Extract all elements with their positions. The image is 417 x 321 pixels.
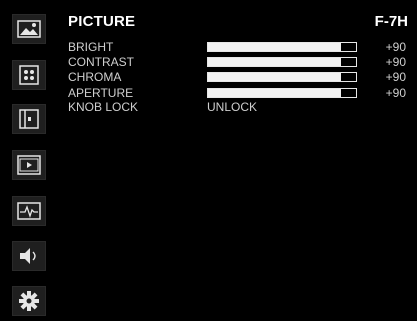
setting-value[interactable]: UNLOCK [207, 100, 257, 114]
level-bar[interactable] [207, 57, 357, 67]
level-bar-fill [208, 43, 342, 51]
gear-icon[interactable] [12, 286, 46, 316]
setting-row-chroma[interactable]: CHROMA +90 [68, 70, 408, 84]
setting-label: BRIGHT [68, 40, 114, 54]
setting-label: KNOB LOCK [68, 100, 139, 114]
osd-menu: PICTURE F-7H BRIGHT +90 CONTRAST +90 CHR… [0, 0, 417, 321]
setting-value: +90 [385, 86, 406, 100]
setting-row-bright[interactable]: BRIGHT +90 [68, 40, 408, 54]
level-bar[interactable] [207, 88, 357, 98]
setting-row-contrast[interactable]: CONTRAST +90 [68, 55, 408, 69]
menu-title: PICTURE [68, 13, 136, 30]
setting-value: +90 [385, 70, 406, 84]
waveform-icon[interactable] [12, 196, 46, 226]
setting-label: CHROMA [68, 70, 122, 84]
color-dots-icon[interactable] [12, 60, 46, 90]
setting-value: +90 [385, 55, 406, 69]
frame-marker-icon[interactable] [12, 104, 46, 134]
level-bar[interactable] [207, 72, 357, 82]
level-bar-fill [208, 58, 342, 66]
film-icon[interactable] [12, 150, 46, 180]
sidebar [0, 0, 58, 321]
speaker-icon[interactable] [12, 241, 46, 271]
model-name: F-7H [374, 13, 408, 30]
setting-row-aperture[interactable]: APERTURE +90 [68, 86, 408, 100]
level-bar[interactable] [207, 42, 357, 52]
level-bar-fill [208, 89, 342, 97]
setting-label: CONTRAST [68, 55, 134, 69]
setting-value: +90 [385, 40, 406, 54]
setting-label: APERTURE [68, 86, 134, 100]
level-bar-fill [208, 73, 342, 81]
setting-row-knob-lock[interactable]: KNOB LOCK UNLOCK [68, 100, 408, 114]
picture-icon[interactable] [12, 14, 46, 44]
